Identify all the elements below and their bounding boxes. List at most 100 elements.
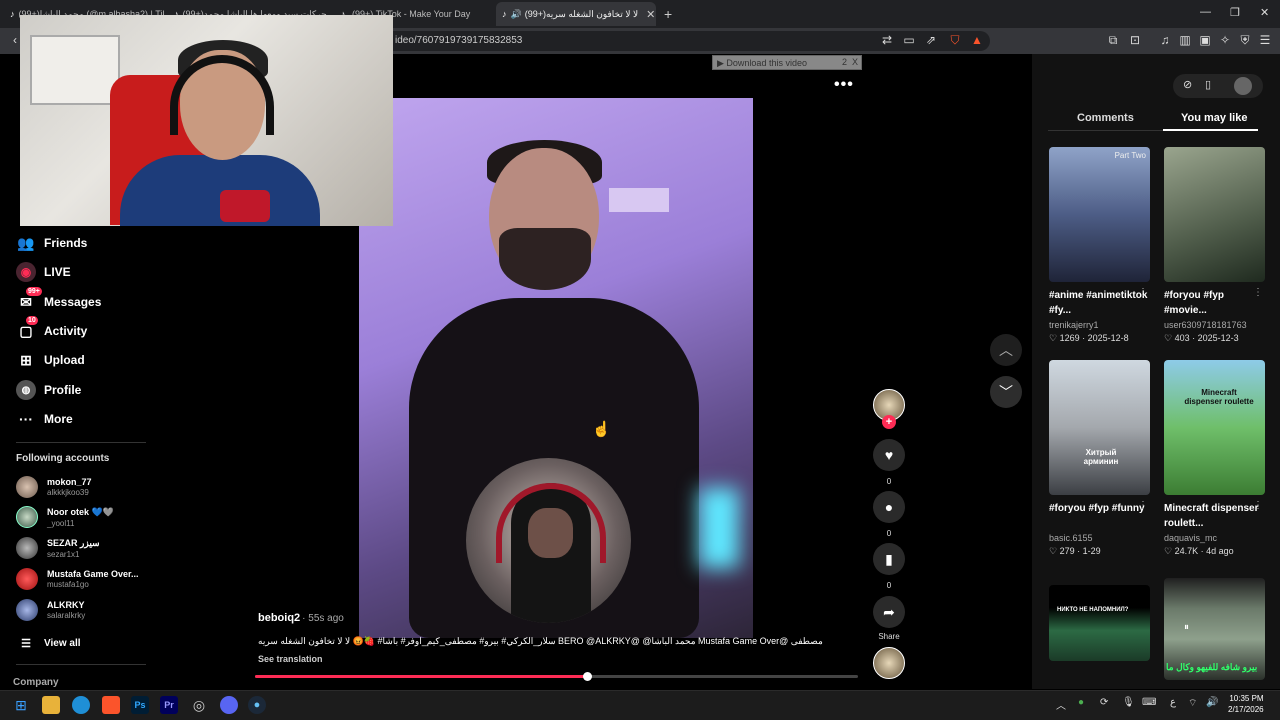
video-progress-knob[interactable] (582, 672, 592, 681)
menu-icon[interactable]: ☰ (1258, 33, 1272, 47)
video-thumbnail: НИКТО НЕ НАПОМНИЛ? (1049, 585, 1150, 661)
video-progress-fill (255, 675, 587, 678)
save-button[interactable]: ▮ (873, 543, 905, 575)
tray-chevron-icon[interactable]: ︿ (1056, 697, 1066, 712)
tab-you-may-like[interactable]: You may like (1181, 112, 1247, 124)
follow-plus-icon[interactable]: + (882, 415, 896, 429)
tab-comments[interactable]: Comments (1077, 112, 1134, 124)
discord-icon[interactable] (220, 696, 238, 714)
chevron-up-icon: ︿ (999, 342, 1013, 358)
close-icon[interactable]: X (852, 57, 858, 67)
following-account[interactable]: SEZAR سيزر sezar1x1 (16, 537, 100, 559)
share-page-icon[interactable]: ⇗ (924, 33, 938, 47)
close-tab-icon[interactable]: ✕ (646, 8, 655, 21)
sidebar-toggle-icon[interactable]: ▥ (1178, 33, 1192, 47)
video-timestamp: · 55s ago (302, 613, 344, 624)
premiere-icon[interactable]: Pr (160, 696, 178, 714)
following-account[interactable]: mokon_77 alkkkjkoo39 (16, 476, 92, 498)
save-count: 0 (886, 581, 892, 590)
sidebar-item-upload[interactable]: ⊞ Upload (16, 350, 85, 370)
compass-icon[interactable]: ⊘ (1183, 78, 1192, 91)
following-account[interactable]: ALKRKY salaralkrky (16, 599, 85, 621)
recommended-video-card[interactable]: НИКТО НЕ НАПОМНИЛ? (1049, 585, 1150, 661)
edge-icon[interactable] (72, 696, 90, 714)
heart-icon: ♡ (1049, 333, 1060, 343)
volume-icon[interactable]: 🔊 (1206, 697, 1218, 708)
input-language[interactable]: ع (1170, 697, 1176, 708)
vpn-icon[interactable]: ⛨ (1238, 33, 1252, 48)
recommended-video-card[interactable]: ⋮ #foryou #fyp #movie... user63097181817… (1164, 147, 1265, 344)
profile-avatar[interactable] (1234, 77, 1252, 95)
keyboard-icon[interactable]: ⌨ (1142, 697, 1156, 708)
cast-icon[interactable]: ▭ (902, 33, 916, 47)
pause-icon[interactable]: ⏸ (1184, 622, 1189, 633)
see-translation-link[interactable]: See translation (258, 654, 323, 664)
list-icon: ☰ (21, 637, 31, 650)
microphone-icon[interactable]: 🎙 (1122, 697, 1135, 708)
messages-badge: 99+ (26, 287, 42, 296)
steam-icon[interactable]: ● (248, 696, 266, 714)
avatar (16, 506, 38, 528)
sidebar-item-messages[interactable]: ✉ 99+ Messages (16, 287, 101, 312)
brave-shield-icon[interactable]: ⛉ (948, 33, 962, 48)
video-thumbnail: Part Two (1049, 147, 1150, 282)
photoshop-icon[interactable]: Ps (131, 696, 149, 714)
mouse-cursor-icon: ☝ (592, 421, 611, 438)
file-explorer-icon[interactable] (42, 696, 60, 714)
tray-app-icon[interactable]: ● (1078, 697, 1084, 708)
video-more-button[interactable]: ••• (834, 76, 854, 94)
new-tab-button[interactable]: + (664, 6, 672, 22)
wifi-icon[interactable]: ⌔ (1188, 697, 1197, 710)
close-window-button[interactable]: ✕ (1260, 6, 1269, 19)
video-author[interactable]: beboiq2 · 55s ago (258, 612, 344, 624)
leo-icon[interactable]: ✧ (1218, 33, 1232, 47)
avatar (16, 599, 38, 621)
screenshot-icon[interactable]: ⊡ (1128, 33, 1142, 47)
music-icon[interactable]: ♫ (1158, 33, 1172, 47)
phone-icon[interactable]: ▯ (1205, 78, 1211, 91)
windows-start-icon[interactable]: ⊞ (12, 696, 30, 714)
card-more-icon[interactable]: ⋮ (1138, 500, 1148, 511)
recommended-video-card[interactable]: Minecraft dispenser roulette ⋮ Minecraft… (1164, 360, 1265, 557)
following-accounts-title: Following accounts (16, 453, 110, 464)
brave-rewards-icon[interactable]: ▲ (970, 33, 984, 47)
brave-icon[interactable] (102, 696, 120, 714)
system-clock[interactable]: 10:35 PM 2/17/2026 (1228, 693, 1264, 715)
next-video-button[interactable]: ﹀ (990, 376, 1022, 408)
sidebar-item-profile[interactable]: ◍ Profile (16, 380, 81, 400)
maximize-button[interactable]: ❐ (1230, 6, 1240, 19)
translate-icon[interactable]: ⇄ (880, 33, 894, 47)
messages-icon: ✉ 99+ (20, 287, 42, 310)
recommended-video-card[interactable]: Part Two ⋮ #anime #animetiktok #fy... tr… (1049, 147, 1150, 344)
browser-tab-active[interactable]: ♪ 🔊 (99+)لا لا تخافون الشغله سريه ✕ (496, 2, 656, 26)
extensions-icon[interactable]: ⧉ (1106, 33, 1120, 48)
previous-video-button[interactable]: ︿ (990, 334, 1022, 366)
sidebar-item-more[interactable]: ··· More (16, 409, 73, 429)
recommended-video-card[interactable]: Хитрый арминин ⋮ #foryou #fyp #funny bas… (1049, 360, 1150, 557)
sidebar-item-friends[interactable]: 👥 Friends (16, 233, 87, 253)
sidebar-divider (16, 442, 146, 443)
sidebar-item-live[interactable]: ◉ LIVE (16, 262, 71, 282)
view-all-link[interactable]: ☰ View all (16, 633, 80, 653)
card-more-icon[interactable]: ⋮ (1253, 287, 1263, 298)
tray-sync-icon[interactable]: ⟳ (1100, 697, 1108, 708)
sidebar-item-activity[interactable]: ▢ 10 Activity (16, 316, 87, 341)
minimize-button[interactable]: — (1200, 6, 1211, 18)
share-button[interactable]: ➦ (873, 596, 905, 628)
like-button[interactable]: ♥ (873, 439, 905, 471)
music-disc-avatar[interactable] (873, 647, 905, 679)
video-progress-bar[interactable] (255, 672, 858, 681)
card-more-icon[interactable]: ⋮ (1138, 287, 1148, 298)
following-account[interactable]: Noor otek 💙🩶 _yool11 (16, 506, 114, 528)
card-more-icon[interactable]: ⋮ (1253, 500, 1263, 511)
comment-button[interactable]: ● (873, 491, 905, 523)
following-account[interactable]: Mustafa Game Over... mustafa1go (16, 568, 139, 590)
obs-icon[interactable]: ◎ (190, 696, 208, 714)
webcam-shelf (30, 35, 120, 105)
company-link[interactable]: Company (13, 677, 59, 688)
wallet-icon[interactable]: ▣ (1198, 33, 1212, 47)
recommended-video-card[interactable]: ⏸ بيرو شافه للفيهو وكال ما (1164, 578, 1265, 680)
webcam-overlay (20, 15, 393, 226)
download-video-bar[interactable]: ▶ Download this video 2 X (712, 55, 862, 70)
avatar (16, 568, 38, 590)
